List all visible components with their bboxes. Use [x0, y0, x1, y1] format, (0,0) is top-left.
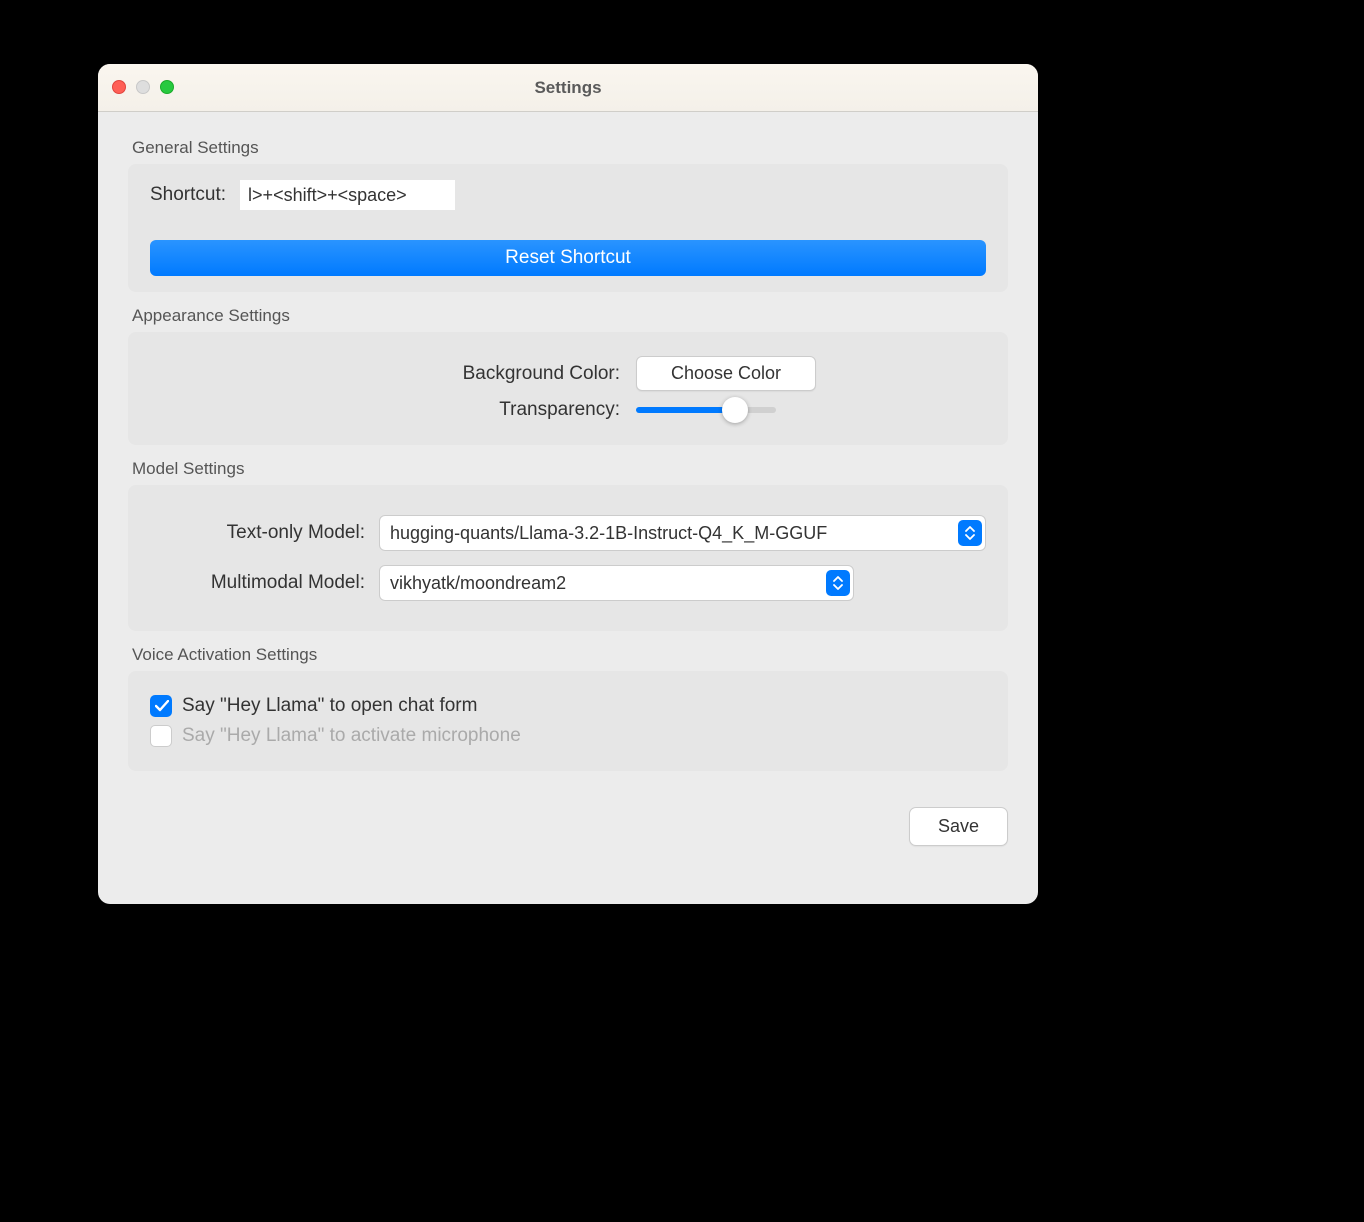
bg-color-label: Background Color:: [320, 363, 620, 385]
maximize-icon[interactable]: [160, 80, 174, 94]
settings-window: Settings General Settings Shortcut: Rese…: [98, 64, 1038, 904]
page-title: Settings: [534, 78, 601, 98]
activate-mic-label: Say "Hey Llama" to activate microphone: [182, 725, 521, 747]
shortcut-label: Shortcut:: [150, 184, 226, 206]
close-icon[interactable]: [112, 80, 126, 94]
transparency-row: Transparency:: [150, 399, 986, 421]
multimodal-model-label: Multimodal Model:: [150, 572, 365, 594]
model-section: Text-only Model: Multimodal Model:: [128, 485, 1008, 631]
transparency-slider[interactable]: [636, 407, 776, 413]
chevron-updown-icon[interactable]: [826, 570, 850, 596]
multimodal-model-input[interactable]: [379, 565, 854, 601]
text-only-model-input[interactable]: [379, 515, 986, 551]
transparency-label: Transparency:: [320, 399, 620, 421]
model-section-label: Model Settings: [132, 459, 1008, 479]
chevron-updown-icon[interactable]: [958, 520, 982, 546]
open-chat-checkbox-row: Say "Hey Llama" to open chat form: [150, 695, 986, 717]
multimodal-model-combo[interactable]: [379, 565, 854, 601]
choose-color-button[interactable]: Choose Color: [636, 356, 816, 391]
general-section: Shortcut: Reset Shortcut: [128, 164, 1008, 292]
general-section-label: General Settings: [132, 138, 1008, 158]
open-chat-checkbox[interactable]: [150, 695, 172, 717]
shortcut-row: Shortcut:: [150, 180, 986, 210]
save-button[interactable]: Save: [909, 807, 1008, 846]
bg-color-row: Background Color: Choose Color: [150, 356, 986, 391]
footer-row: Save: [128, 807, 1008, 846]
reset-shortcut-button[interactable]: Reset Shortcut: [150, 240, 986, 276]
text-only-model-label: Text-only Model:: [150, 522, 365, 544]
multimodal-model-row: Multimodal Model:: [150, 565, 986, 601]
minimize-icon[interactable]: [136, 80, 150, 94]
appearance-section: Background Color: Choose Color Transpare…: [128, 332, 1008, 445]
voice-section: Say "Hey Llama" to open chat form Say "H…: [128, 671, 1008, 771]
activate-mic-checkbox[interactable]: [150, 725, 172, 747]
traffic-lights: [112, 80, 174, 94]
appearance-section-label: Appearance Settings: [132, 306, 1008, 326]
text-only-model-row: Text-only Model:: [150, 515, 986, 551]
shortcut-input[interactable]: [240, 180, 455, 210]
voice-section-label: Voice Activation Settings: [132, 645, 1008, 665]
titlebar: Settings: [98, 64, 1038, 112]
content-area: General Settings Shortcut: Reset Shortcu…: [98, 112, 1038, 866]
text-only-model-combo[interactable]: [379, 515, 986, 551]
open-chat-label: Say "Hey Llama" to open chat form: [182, 695, 477, 717]
activate-mic-checkbox-row: Say "Hey Llama" to activate microphone: [150, 725, 986, 747]
